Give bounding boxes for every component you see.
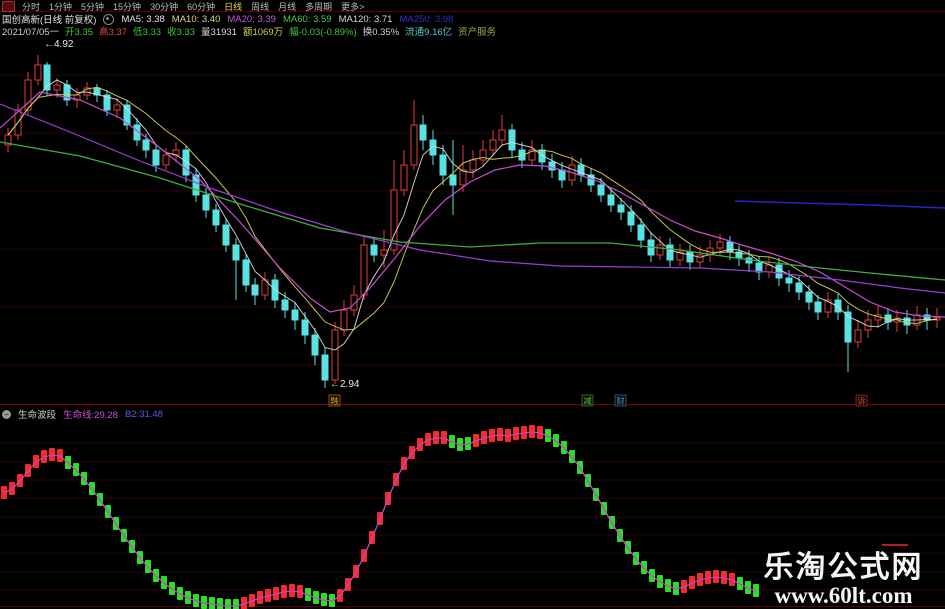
- quote-field: 换0.35%: [362, 27, 400, 38]
- menu-item-月线[interactable]: 月线: [278, 0, 296, 13]
- menu-item-1分钟[interactable]: 1分钟: [49, 0, 72, 13]
- ma-value: MA10: 3.40: [171, 13, 221, 25]
- quote-field: 开3.35: [65, 27, 94, 38]
- app-icon[interactable]: [2, 0, 15, 12]
- quote-field: 收3.33: [167, 27, 196, 38]
- quote-row: 2021/07/05一 开3.35 高3.37 低3.33 收3.33 量31931 额10…: [2, 24, 496, 38]
- quote-field: 资产服务: [458, 27, 497, 38]
- quote-field: 量31931: [201, 27, 237, 38]
- svg-text:诉: 诉: [857, 396, 866, 406]
- candlestick-and-indicator-chart[interactable]: ←4.92 ←2.94 融 减 财 诉: [0, 0, 945, 609]
- sub-indicator-value-1: 生命线:29.28: [63, 410, 118, 421]
- menu-item-多周期[interactable]: 多周期: [305, 0, 332, 13]
- menu-item-60分钟[interactable]: 60分钟: [187, 0, 215, 13]
- menu-item-日线[interactable]: 日线: [224, 0, 242, 13]
- indicator-settings-icon[interactable]: [103, 13, 115, 25]
- quote-field: 额1069万: [242, 27, 284, 38]
- sub-indicator-header: − 生命波段 生命线:29.28 B2:31.48: [2, 407, 163, 421]
- collapse-indicator-icon[interactable]: −: [2, 409, 11, 419]
- quote-field: 低3.33: [133, 27, 162, 38]
- ma-value: MA5: 3.38: [121, 13, 165, 25]
- menu-item-分时[interactable]: 分时: [22, 0, 40, 13]
- quote-field: 高3.37: [99, 27, 128, 38]
- menu-item-更多>[interactable]: 更多>: [341, 0, 364, 13]
- sub-indicator-value-2: B2:31.48: [124, 408, 163, 420]
- watermark-site-name: 乐淘公式网: [763, 551, 924, 584]
- quote-field: 2021/07/05一: [2, 27, 60, 38]
- svg-text:←2.94: ←2.94: [330, 379, 360, 390]
- period-menu: 分时 1分钟 5分钟 15分钟 30分钟 60分钟 日线 周线 月线 多周期 更多>: [22, 0, 364, 13]
- menu-item-15分钟[interactable]: 15分钟: [113, 0, 141, 13]
- watermark: 乐淘公式网 www.60lt.com: [746, 552, 941, 608]
- svg-text:←4.92: ←4.92: [44, 39, 74, 50]
- ma-values: MA5: 3.38 MA10: 3.40 MA20: 3.39 MA60: 3.59 M…: [121, 14, 453, 25]
- quote-field: 幅-0.03(-0.89%): [289, 27, 357, 38]
- svg-text:财: 财: [616, 396, 625, 406]
- ma-value: MA60: 3.59: [282, 13, 332, 25]
- menu-item-5分钟[interactable]: 5分钟: [81, 0, 104, 13]
- period-toolbar: 分时 1分钟 5分钟 15分钟 30分钟 60分钟 日线 周线 月线 多周期 更多>: [0, 0, 945, 12]
- menu-item-周线[interactable]: 周线: [251, 0, 269, 13]
- ma-value: MA20: 3.39: [227, 13, 276, 25]
- svg-text:融: 融: [330, 396, 339, 406]
- menu-item-30分钟[interactable]: 30分钟: [150, 0, 178, 13]
- svg-text:减: 减: [583, 396, 592, 406]
- trading-app-window: ←4.92 ←2.94 融 减 财 诉 分时 1分钟 5分钟 15分钟 30分钟 60分钟 日线 周线月…: [0, 0, 945, 609]
- ma-value: MA120: 3.71: [338, 13, 393, 25]
- watermark-url: www.60lt.com: [774, 583, 913, 608]
- ma-value: MA250: 3.98: [399, 13, 454, 25]
- quote-field: 流通9.16亿: [405, 27, 453, 38]
- sub-indicator-name: 生命波段: [18, 410, 57, 421]
